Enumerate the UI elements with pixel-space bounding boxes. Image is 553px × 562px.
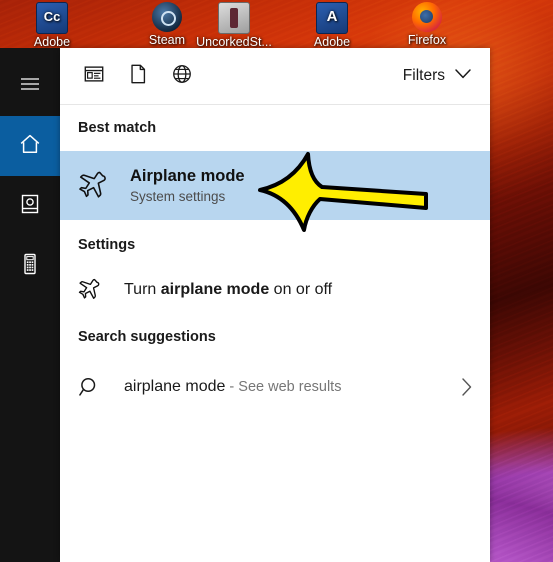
documents-filter-button[interactable] [116,54,160,98]
settings-result-text-after: on or off [269,281,333,298]
home-icon [18,132,42,161]
result-suggestion-airplane-mode[interactable]: airplane mode - See web results [60,364,490,410]
desktop-icon-firefox[interactable]: Firefox [375,2,479,48]
best-match-texts: Airplane mode System settings [130,167,245,204]
result-best-match-airplane-mode[interactable]: Airplane mode System settings [60,151,490,220]
airplane-icon [78,277,124,303]
section-header-search-suggestions: Search suggestions [78,329,216,345]
adobe-creative-cloud-icon [36,2,68,34]
hamburger-menu-icon [18,72,42,101]
suggestion-label: airplane mode - See web results [124,378,460,396]
search-results-panel: Filters Best match Airplane mode System … [60,48,490,562]
my-stuff-icon [18,192,42,221]
suggestion-hint: - See web results [225,379,342,395]
desktop-icon-uncorked-studios[interactable]: UncorkedSt... [182,2,286,50]
panel-toolbar: Filters [60,48,490,105]
best-match-subtitle: System settings [130,189,226,204]
suggestion-query: airplane mode [124,378,226,395]
apps-filter-button[interactable] [72,54,116,98]
section-header-best-match: Best match [78,120,157,136]
rail-item-calculator[interactable] [0,236,60,296]
airplane-icon [78,169,130,203]
section-header-settings: Settings [78,237,136,253]
search-icon [78,375,124,399]
apps-icon [83,63,105,90]
result-settings-turn-airplane-mode[interactable]: Turn airplane mode on or off [60,270,490,310]
calculator-icon [18,252,42,281]
rail-item-menu[interactable] [0,56,60,116]
filters-button[interactable]: Filters [395,61,474,91]
settings-result-text-bold: airplane mode [160,281,270,298]
adobe-acrobat-icon [316,2,348,34]
settings-result-text-before: Turn [124,281,161,298]
web-filter-button[interactable] [160,54,204,98]
documents-icon [127,63,149,90]
chevron-down-icon [454,67,472,85]
desktop-icon-label: Firefox [407,33,447,47]
desktop-icons: Adobe Creati... Steam UncorkedSt... Adob… [0,0,553,64]
filters-label: Filters [402,67,445,84]
rail-item-home[interactable] [0,116,60,176]
uncorked-studios-icon [218,2,250,34]
rail-item-my-stuff[interactable] [0,176,60,236]
firefox-icon [412,2,442,32]
search-rail [0,48,60,562]
screen: Adobe Creati... Steam UncorkedSt... Adob… [0,0,553,562]
chevron-right-icon[interactable] [460,376,474,398]
steam-icon [152,2,182,32]
settings-result-label: Turn airplane mode on or off [124,281,332,299]
best-match-title: Airplane mode [130,167,245,185]
web-icon [171,63,193,90]
